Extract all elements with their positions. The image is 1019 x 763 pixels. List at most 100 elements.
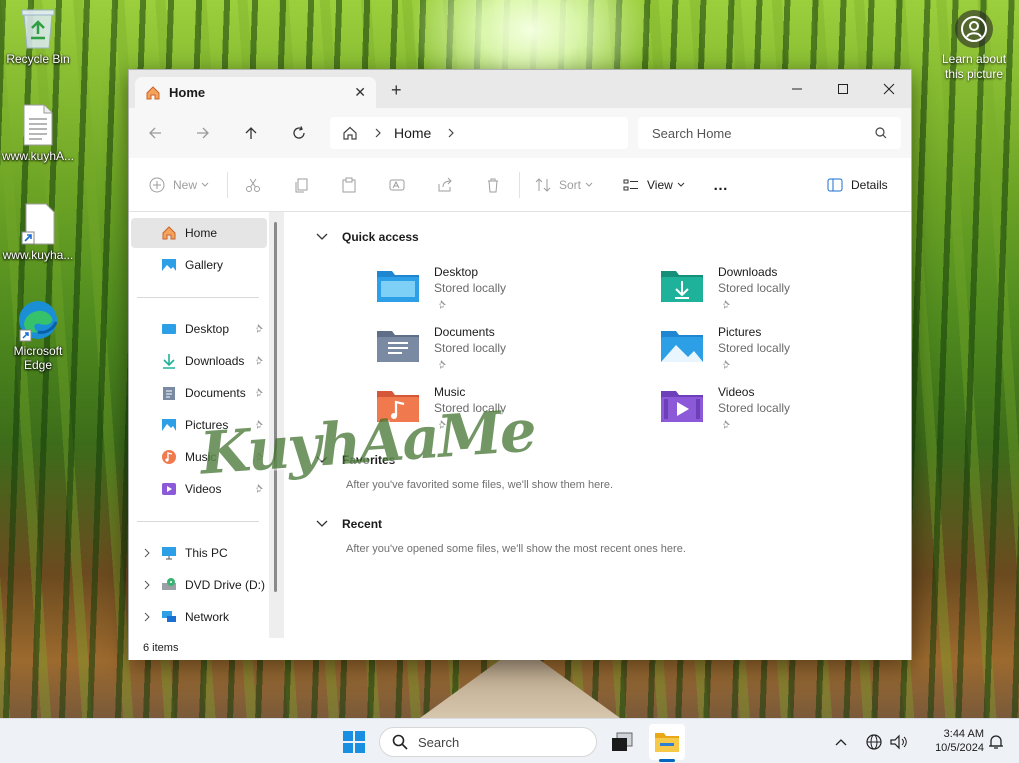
chevron-right-icon[interactable] (143, 580, 151, 590)
copy-button[interactable] (293, 174, 309, 196)
quick-access-downloads[interactable]: Downloads Stored locally (660, 265, 900, 321)
pin-icon (723, 420, 730, 429)
view-button[interactable]: View (623, 174, 685, 196)
pin-icon (256, 388, 263, 397)
sidebar-scrollbar[interactable] (274, 222, 277, 592)
tile-name: Videos (718, 385, 755, 399)
favorites-empty-message: After you've favorited some files, we'll… (346, 479, 614, 491)
desktop-icon-edge[interactable]: Microsoft Edge (0, 298, 76, 372)
taskbar-search[interactable]: Search (379, 727, 597, 757)
tab-home[interactable]: Home ✕ (135, 77, 376, 108)
breadcrumb-home[interactable]: Home (394, 125, 431, 141)
sidebar-item-home[interactable]: Home (131, 218, 267, 248)
chevron-down-icon (316, 520, 328, 527)
tab-close-icon[interactable]: ✕ (354, 84, 366, 101)
forward-button[interactable] (191, 121, 215, 145)
show-hidden-icons-button[interactable] (826, 724, 856, 760)
desktop-icon-label: Recycle Bin (6, 52, 70, 66)
sidebar-item-documents[interactable]: Documents (131, 378, 267, 408)
notification-bell-icon (989, 735, 1003, 749)
pictures-icon (162, 419, 176, 431)
active-app-indicator (659, 759, 675, 762)
cut-button[interactable] (245, 174, 261, 196)
sidebar-item-label: Network (185, 610, 230, 624)
volume-button[interactable] (886, 724, 912, 760)
chevron-right-icon[interactable] (143, 548, 151, 558)
sidebar-item-label: This PC (185, 546, 228, 560)
sort-button[interactable]: Sort (535, 174, 593, 196)
file-explorer-window: Home ✕ + Home Search Home New Sort View … (128, 69, 912, 660)
download-arrow-icon (163, 354, 175, 369)
new-button[interactable]: New (149, 174, 209, 196)
desktop-icon-file-2[interactable]: www.kuyha... (0, 202, 76, 262)
music-icon (162, 450, 176, 464)
search-input[interactable]: Search Home (652, 126, 875, 141)
quick-access-header[interactable]: Quick access (316, 230, 419, 244)
command-bar: New Sort View … Details (129, 158, 911, 212)
minimize-button[interactable] (774, 76, 820, 102)
rename-button[interactable] (389, 174, 405, 196)
close-button[interactable] (866, 76, 912, 102)
back-button[interactable] (143, 121, 167, 145)
sidebar-item-desktop[interactable]: Desktop (131, 314, 267, 344)
refresh-button[interactable] (287, 121, 311, 145)
chevron-right-icon[interactable] (447, 128, 455, 138)
trash-icon (488, 178, 498, 193)
sidebar-item-gallery[interactable]: Gallery (131, 250, 267, 280)
system-clock[interactable]: 3:44 AM 10/5/2024 (918, 727, 984, 755)
computer-icon (162, 547, 176, 560)
quick-access-videos[interactable]: Videos Stored locally (660, 385, 900, 441)
text-file-icon (23, 104, 53, 146)
quick-access-documents[interactable]: Documents Stored locally (376, 325, 616, 381)
notifications-button[interactable] (984, 724, 1008, 760)
network-icon (162, 611, 176, 622)
sidebar-item-label: Documents (185, 386, 246, 400)
address-bar[interactable]: Home (330, 117, 628, 149)
chevron-down-icon (316, 233, 328, 240)
search-icon (392, 734, 408, 750)
delete-button[interactable] (485, 174, 501, 196)
dvd-drive-icon (162, 578, 176, 590)
chevron-down-icon (585, 182, 593, 187)
start-button[interactable] (336, 724, 372, 760)
desktop-icon-label: www.kuyhA... (1, 149, 75, 163)
sidebar-item-network[interactable]: Network (131, 602, 267, 632)
maximize-icon (838, 84, 848, 94)
downloads-folder-icon (661, 271, 703, 302)
quick-access-desktop[interactable]: Desktop Stored locally (376, 265, 616, 321)
search-box[interactable]: Search Home (638, 117, 901, 149)
up-button[interactable] (239, 121, 263, 145)
sidebar-item-this-pc[interactable]: This PC (131, 538, 267, 568)
sidebar-item-label: DVD Drive (D:) C (185, 578, 277, 592)
toolbar-divider (227, 172, 228, 198)
network-status-button[interactable] (862, 724, 886, 760)
title-bar[interactable]: Home ✕ + (129, 70, 911, 108)
section-title: Quick access (342, 230, 419, 244)
more-options-button[interactable]: … (713, 174, 728, 196)
desktop-icon-recycle-bin[interactable]: Recycle Bin (0, 6, 76, 66)
recent-header[interactable]: Recent (316, 517, 382, 531)
shortcut-file-icon (21, 203, 55, 245)
paste-button[interactable] (341, 174, 357, 196)
status-bar: 6 items (129, 638, 911, 660)
quick-access-pictures[interactable]: Pictures Stored locally (660, 325, 900, 381)
task-view-icon (612, 732, 633, 751)
arrow-right-icon (197, 127, 209, 139)
share-button[interactable] (437, 174, 453, 196)
sort-label: Sort (559, 178, 582, 192)
tile-subtitle: Stored locally (434, 281, 507, 295)
taskbar-file-explorer[interactable] (649, 724, 685, 762)
clock-time: 3:44 AM (943, 728, 984, 740)
chevron-right-icon[interactable] (143, 612, 151, 622)
sidebar-item-downloads[interactable]: Downloads (131, 346, 267, 376)
learn-about-picture[interactable]: Learn about this picture (934, 10, 1014, 82)
task-view-button[interactable] (604, 724, 640, 760)
maximize-button[interactable] (820, 76, 866, 102)
share-icon (438, 177, 452, 192)
sidebar-item-dvd-drive[interactable]: DVD Drive (D:) C (131, 570, 277, 600)
tile-name: Documents (434, 325, 495, 339)
desktop-icon-file-1[interactable]: www.kuyhA... (0, 103, 76, 163)
details-button[interactable]: Details (827, 174, 888, 196)
gallery-icon (162, 259, 176, 271)
new-tab-button[interactable]: + (391, 81, 402, 99)
